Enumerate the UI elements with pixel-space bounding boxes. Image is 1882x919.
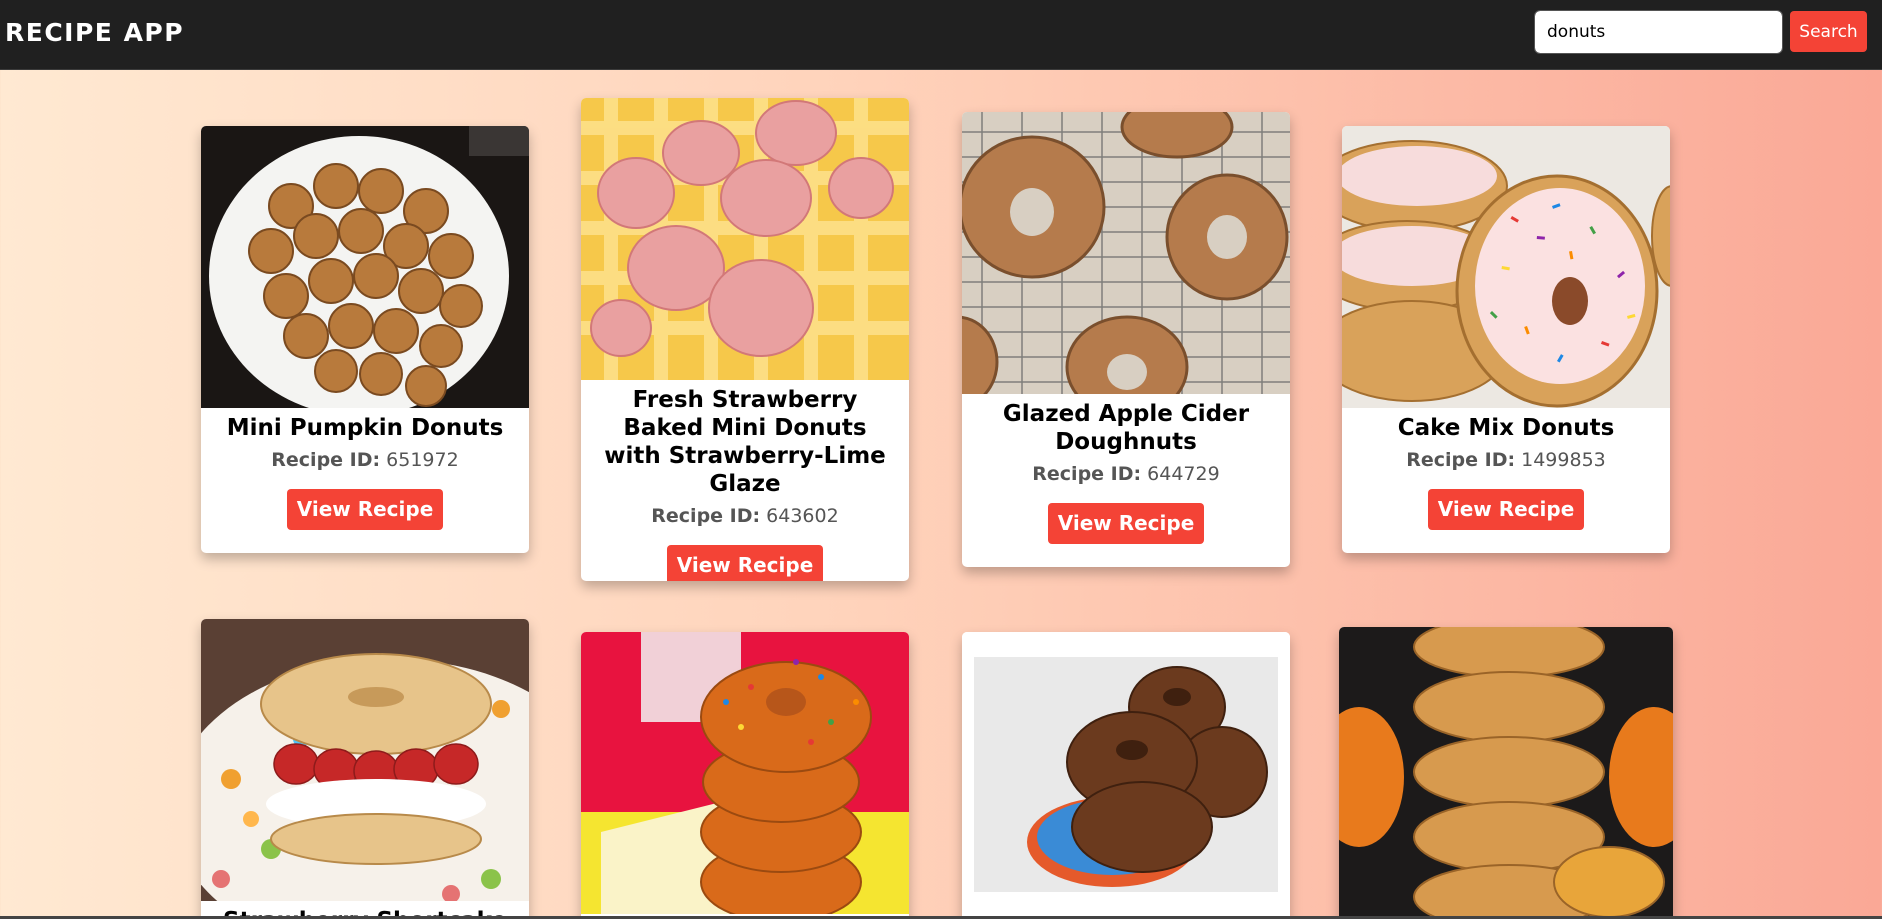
recipe-card: Glazed Apple Cider Doughnuts Recipe ID: …	[962, 112, 1290, 567]
recipe-id-value: 651972	[386, 449, 459, 471]
recipe-id-value: 1499853	[1521, 449, 1606, 471]
recipe-card: Mini Pumpkin Donuts Recipe ID: 651972 Vi…	[201, 126, 529, 553]
recipe-id-label: Recipe ID:	[651, 505, 761, 527]
recipe-card	[962, 632, 1290, 919]
recipe-card: Strawberry Shortcake	[201, 619, 529, 919]
recipe-id: Recipe ID: 644729	[962, 463, 1290, 485]
recipe-card: Cake Mix Donuts Recipe ID: 1499853 View …	[1342, 126, 1670, 553]
recipe-id: Recipe ID: 651972	[201, 449, 529, 471]
recipe-card	[1339, 627, 1673, 919]
recipe-id: Recipe ID: 1499853	[1342, 449, 1670, 471]
recipe-title: Mini Pumpkin Donuts	[226, 415, 504, 441]
view-recipe-button[interactable]: View Recipe	[286, 489, 444, 530]
recipe-image[interactable]	[962, 112, 1290, 394]
recipe-image[interactable]	[581, 632, 909, 914]
recipe-id-label: Recipe ID:	[271, 449, 381, 471]
search-input[interactable]	[1534, 10, 1783, 54]
recipe-title: Fresh Strawberry Baked Mini Donuts with …	[604, 387, 886, 497]
recipe-id-label: Recipe ID:	[1406, 449, 1516, 471]
view-recipe-button[interactable]: View Recipe	[666, 545, 824, 581]
search-button[interactable]: Search	[1790, 11, 1867, 52]
recipe-id-value: 643602	[766, 505, 839, 527]
recipe-title: Cake Mix Donuts	[1397, 415, 1615, 441]
view-recipe-button[interactable]: View Recipe	[1427, 489, 1585, 530]
recipe-id-label: Recipe ID:	[1032, 463, 1142, 485]
recipe-image[interactable]	[201, 126, 529, 408]
navbar: RECIPE APP Search	[0, 0, 1882, 70]
recipe-image[interactable]	[962, 632, 1290, 914]
recipe-image[interactable]	[1342, 126, 1670, 408]
view-recipe-button[interactable]: View Recipe	[1047, 503, 1205, 544]
recipe-image[interactable]	[201, 619, 529, 901]
recipe-image[interactable]	[581, 98, 909, 380]
recipe-title: Glazed Apple Cider Doughnuts	[1002, 401, 1250, 455]
recipe-id: Recipe ID: 643602	[581, 505, 909, 527]
recipe-image[interactable]	[1339, 627, 1673, 919]
app-title: RECIPE APP	[5, 18, 185, 47]
recipe-id-value: 644729	[1147, 463, 1220, 485]
recipe-card: Fresh Strawberry Baked Mini Donuts with …	[581, 98, 909, 581]
recipe-card	[581, 632, 909, 919]
